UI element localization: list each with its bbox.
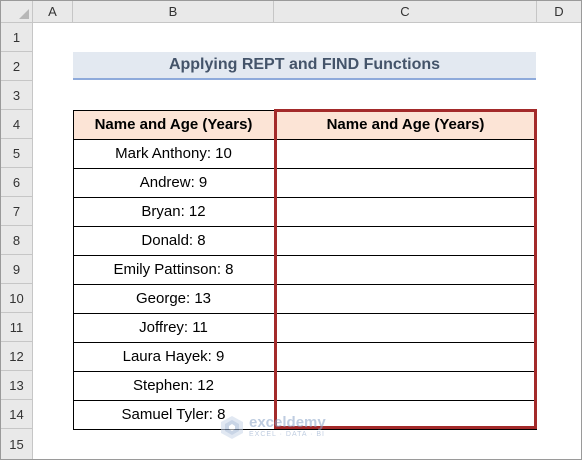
cell-b10[interactable]: George: 13 bbox=[73, 284, 274, 313]
cell-c12[interactable] bbox=[274, 342, 537, 371]
cell-c6[interactable] bbox=[274, 168, 537, 197]
cell-b5[interactable]: Mark Anthony: 10 bbox=[73, 139, 274, 168]
cell-b7[interactable]: Bryan: 12 bbox=[73, 197, 274, 226]
table-border bbox=[536, 110, 537, 430]
cell-c11[interactable] bbox=[274, 313, 537, 342]
table-border bbox=[73, 139, 537, 140]
row-header-6[interactable]: 6 bbox=[1, 168, 33, 197]
row-header-14[interactable]: 14 bbox=[1, 400, 33, 429]
cell-c9[interactable] bbox=[274, 255, 537, 284]
cell-c7[interactable] bbox=[274, 197, 537, 226]
row-header-4[interactable]: 4 bbox=[1, 110, 33, 139]
row-header-3[interactable]: 3 bbox=[1, 81, 33, 110]
table-border bbox=[73, 313, 537, 314]
row-header-7[interactable]: 7 bbox=[1, 197, 33, 226]
watermark: exceldemy EXCEL · DATA · BI bbox=[219, 414, 326, 440]
cell-c10[interactable] bbox=[274, 284, 537, 313]
select-all-corner[interactable] bbox=[1, 1, 33, 23]
table-border bbox=[73, 168, 537, 169]
column-header-d[interactable]: D bbox=[537, 1, 581, 23]
cell-b4-header[interactable]: Name and Age (Years) bbox=[73, 110, 274, 139]
row-header-15[interactable]: 15 bbox=[1, 429, 33, 459]
table-border bbox=[73, 255, 537, 256]
table-border bbox=[73, 342, 537, 343]
row-header-1[interactable]: 1 bbox=[1, 23, 33, 52]
watermark-tagline: EXCEL · DATA · BI bbox=[249, 431, 325, 438]
cell-c13[interactable] bbox=[274, 371, 537, 400]
table-border bbox=[73, 110, 74, 430]
table-border bbox=[73, 226, 537, 227]
spreadsheet: A B C D 1 2 3 4 5 6 7 8 9 10 11 12 13 14… bbox=[0, 0, 582, 460]
column-header-a[interactable]: A bbox=[33, 1, 73, 23]
table-border bbox=[73, 371, 537, 372]
sheet-title[interactable]: Applying REPT and FIND Functions bbox=[73, 52, 536, 80]
table-border bbox=[274, 110, 275, 430]
cell-b6[interactable]: Andrew: 9 bbox=[73, 168, 274, 197]
cell-b12[interactable]: Laura Hayek: 9 bbox=[73, 342, 274, 371]
row-header-2[interactable]: 2 bbox=[1, 52, 33, 81]
row-header-11[interactable]: 11 bbox=[1, 313, 33, 342]
cell-c5[interactable] bbox=[274, 139, 537, 168]
table-border bbox=[73, 284, 537, 285]
cell-b13[interactable]: Stephen: 12 bbox=[73, 371, 274, 400]
column-header-b[interactable]: B bbox=[73, 1, 274, 23]
row-header-8[interactable]: 8 bbox=[1, 226, 33, 255]
row-header-9[interactable]: 9 bbox=[1, 255, 33, 284]
row-header-10[interactable]: 10 bbox=[1, 284, 33, 313]
cell-b8[interactable]: Donald: 8 bbox=[73, 226, 274, 255]
exceldemy-logo-icon bbox=[221, 416, 243, 439]
column-header-c[interactable]: C bbox=[274, 1, 537, 23]
cell-b9[interactable]: Emily Pattinson: 8 bbox=[73, 255, 274, 284]
table-border bbox=[73, 400, 537, 401]
row-header-12[interactable]: 12 bbox=[1, 342, 33, 371]
cell-b11[interactable]: Joffrey: 11 bbox=[73, 313, 274, 342]
table-border bbox=[73, 197, 537, 198]
cell-c8[interactable] bbox=[274, 226, 537, 255]
watermark-name: exceldemy bbox=[249, 414, 326, 431]
row-header-13[interactable]: 13 bbox=[1, 371, 33, 400]
cell-c4-header[interactable]: Name and Age (Years) bbox=[274, 110, 537, 139]
row-header-5[interactable]: 5 bbox=[1, 139, 33, 168]
table-border bbox=[73, 110, 537, 111]
